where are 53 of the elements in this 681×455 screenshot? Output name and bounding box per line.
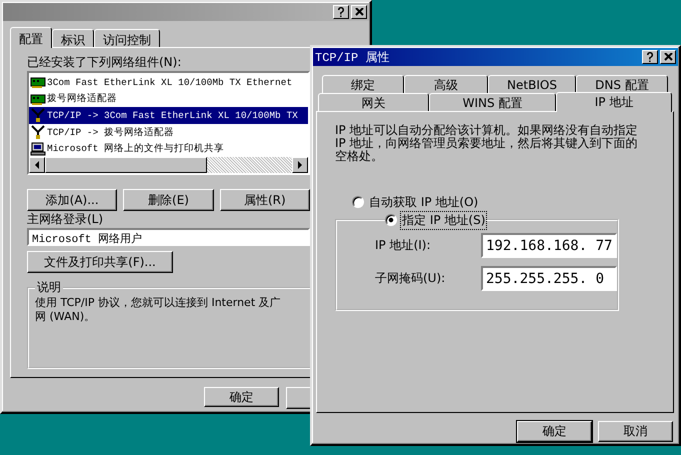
field-label: 子网掩码(U): bbox=[375, 270, 446, 287]
logon-dropdown[interactable]: Microsoft 网络用户 bbox=[27, 228, 310, 246]
list-item[interactable]: 拨号网络适配器 bbox=[29, 90, 308, 108]
close-icon bbox=[664, 53, 672, 61]
help-button[interactable] bbox=[642, 50, 658, 64]
tab[interactable]: 高级 bbox=[404, 75, 488, 93]
button[interactable]: 添加(A)... bbox=[27, 189, 118, 211]
tab[interactable]: 配置 bbox=[10, 27, 52, 48]
horizontal-scrollbar[interactable] bbox=[29, 157, 308, 173]
list-label: 已经安装了下列网络组件(N): bbox=[27, 54, 182, 69]
radio-label[interactable]: 自动获取 IP 地址(O) bbox=[368, 194, 480, 210]
description-text: 使用 TCP/IP 协议，您就可以连接到 Internet 及广 网 (WAN)。 bbox=[35, 296, 282, 324]
sharing-button[interactable]: 文件及打印共享(F)... bbox=[27, 251, 173, 273]
scroll-thumb[interactable] bbox=[45, 157, 207, 173]
button[interactable]: 属性(R) bbox=[220, 189, 310, 211]
component-list[interactable]: 3Com Fast EtherLink XL 10/100Mb TX Ethernet 拨号网络适配器 TCP/IP -> 3Com Fast EtherLink XL 10/100Mb TX TCP/IP -> 拨号网络适配器 Microsoft 网络上的文件与打印机共享 bbox=[27, 71, 310, 175]
network-card-icon bbox=[30, 75, 46, 90]
tab[interactable]: 标识 bbox=[52, 29, 94, 47]
cable-icon bbox=[30, 108, 46, 122]
window-title: TCP/IP 属性 bbox=[315, 50, 390, 66]
button[interactable]: 删除(E) bbox=[123, 189, 214, 211]
network-card-icon bbox=[30, 92, 46, 106]
radio-label[interactable]: 指定 IP 地址(S) bbox=[401, 212, 486, 228]
list-item[interactable]: TCP/IP -> 3Com Fast EtherLink XL 10/100Mb TX bbox=[29, 107, 308, 124]
ok-button[interactable]: 确定 bbox=[204, 387, 279, 407]
tab[interactable]: 访问控制 bbox=[94, 29, 160, 47]
right-arrow-icon bbox=[297, 161, 303, 169]
tab[interactable]: NetBIOS bbox=[488, 75, 576, 93]
list-item[interactable]: TCP/IP -> 拨号网络适配器 bbox=[29, 124, 308, 140]
list-item[interactable]: Microsoft 网络上的文件与打印机共享 bbox=[29, 140, 308, 157]
tab[interactable]: WINS 配置 bbox=[429, 93, 556, 111]
question-mark-icon bbox=[337, 7, 345, 17]
button[interactable]: 确定 bbox=[517, 421, 592, 442]
tab[interactable]: DNS 配置 bbox=[576, 75, 668, 93]
tab[interactable]: 绑定 bbox=[322, 75, 404, 93]
button[interactable]: 取消 bbox=[598, 421, 673, 442]
radio-button[interactable] bbox=[352, 196, 364, 208]
close-button[interactable] bbox=[660, 50, 676, 64]
computer-icon bbox=[30, 142, 46, 156]
cable-icon bbox=[30, 125, 46, 140]
tab[interactable]: 网关 bbox=[318, 93, 429, 111]
field-label: 主网络登录(L) bbox=[27, 211, 104, 226]
list-item[interactable]: 3Com Fast EtherLink XL 10/100Mb TX Ethernet bbox=[29, 74, 308, 91]
address-field[interactable]: 192.168.168. 77 bbox=[481, 233, 617, 258]
close-icon bbox=[354, 8, 364, 16]
group-title: 说明 bbox=[36, 279, 62, 296]
description-text: IP 地址可以自动分配给该计算机。如果网络没有自动指定 IP 地址，向网络管理员索要地址，然后将其键入到下面的空格处。 bbox=[335, 124, 639, 163]
radio-button[interactable] bbox=[385, 214, 397, 226]
address-field[interactable]: 255.255.255. 0 bbox=[481, 266, 617, 291]
left-arrow-icon bbox=[34, 161, 40, 169]
field-label: IP 地址(I): bbox=[375, 237, 432, 254]
question-mark-icon bbox=[646, 52, 654, 62]
tab[interactable]: IP 地址 bbox=[556, 92, 672, 112]
